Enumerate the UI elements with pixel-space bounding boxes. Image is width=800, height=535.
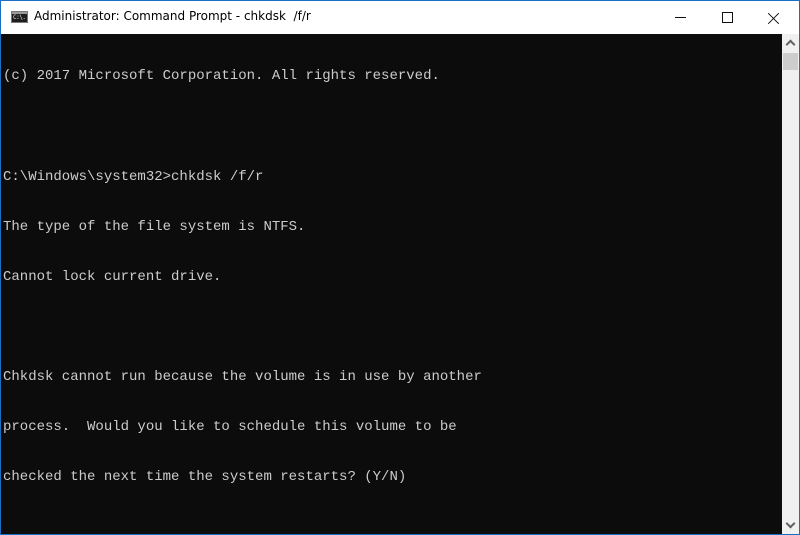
console-line: Chkdsk cannot run because the volume is … [3,368,482,385]
scroll-down-button[interactable] [782,517,799,534]
title-bar[interactable]: C:\. Administrator: Command Prompt - chk… [1,1,799,34]
close-icon [768,12,780,24]
console-output[interactable]: (c) 2017 Microsoft Corporation. All righ… [1,34,782,534]
command-prompt-window: C:\. Administrator: Command Prompt - chk… [0,0,800,535]
minimize-icon [674,17,686,18]
console-line: C:\Windows\system32>chkdsk /f/r [3,168,264,185]
minimize-button[interactable] [657,1,703,34]
chevron-down-icon [785,518,796,529]
vertical-scrollbar[interactable] [782,34,799,534]
icon-glyph: C:\. [13,14,26,21]
close-button[interactable] [751,1,797,34]
maximize-button[interactable] [704,1,750,34]
console-line: Cannot lock current drive. [3,268,222,285]
console-line: The type of the file system is NTFS. [3,218,306,235]
scroll-thumb[interactable] [783,53,798,70]
maximize-icon [721,12,733,23]
chevron-up-icon [785,39,796,50]
scroll-up-button[interactable] [782,34,799,51]
console-prompt-line: checked the next time the system restart… [3,469,407,486]
console-text: (c) 2017 Microsoft Corporation. All righ… [3,35,482,519]
console-line: (c) 2017 Microsoft Corporation. All righ… [3,68,440,85]
console-line: process. Would you like to schedule this… [3,419,457,436]
command-prompt-icon[interactable]: C:\. [11,11,28,23]
window-title: Administrator: Command Prompt - chkdsk /… [34,9,311,23]
